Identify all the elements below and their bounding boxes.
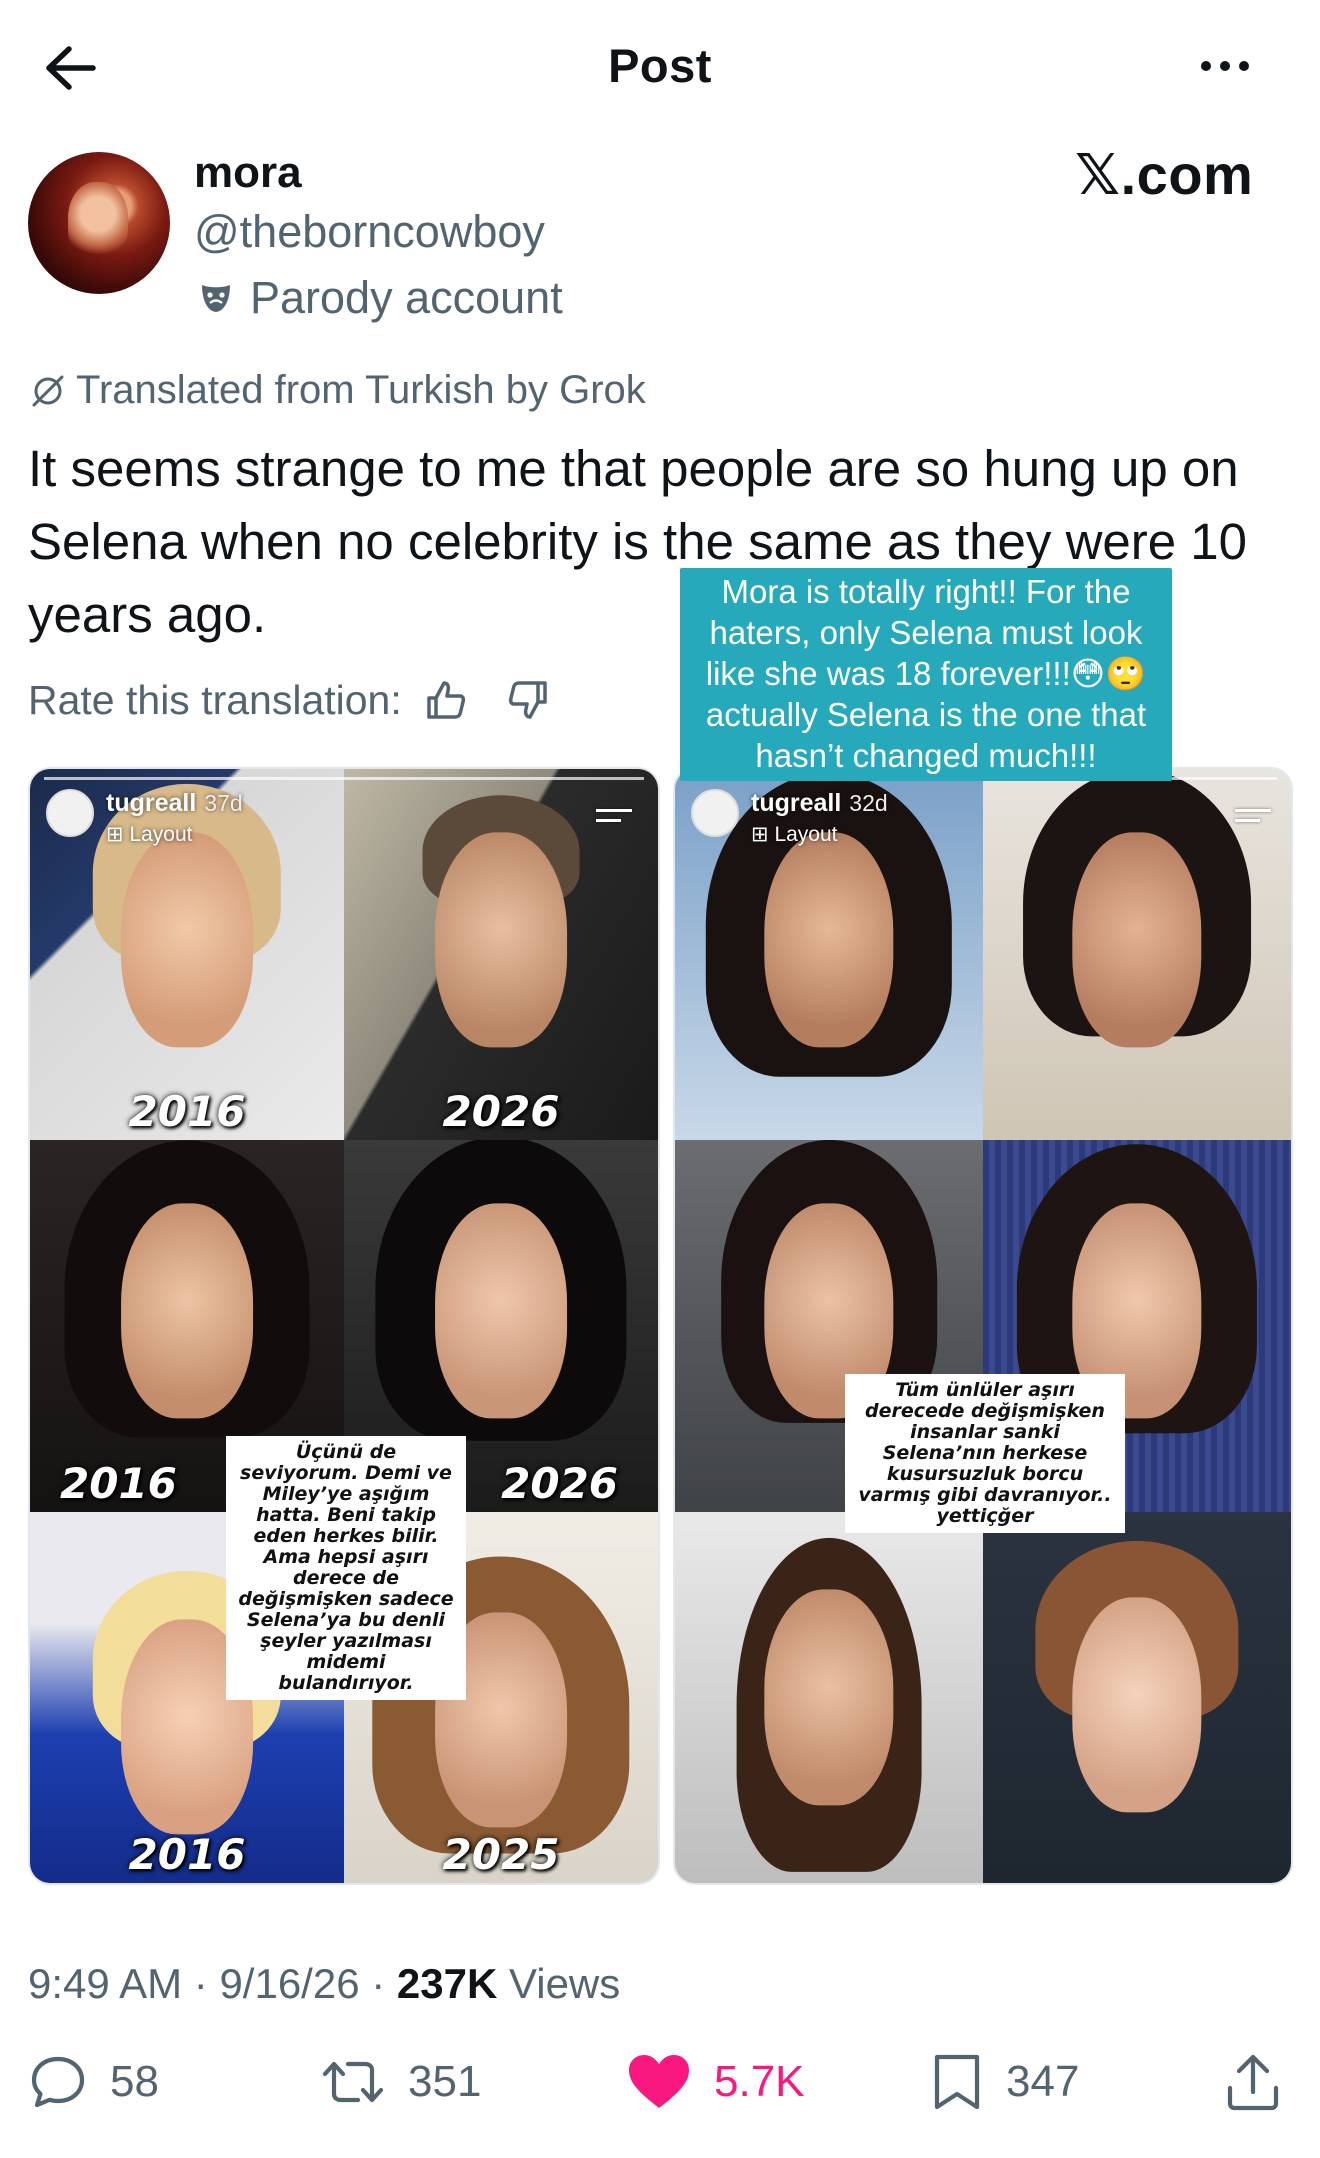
thumbs-up-icon[interactable] [416, 670, 476, 730]
bookmark-icon [930, 2052, 984, 2112]
x-com-watermark: 𝕏.com [1075, 143, 1254, 206]
reply-icon [28, 2052, 88, 2112]
story-age: 32d [849, 790, 888, 816]
overlay-note: Üçünü de seviyorum. Demi ve Miley’ye aşı… [226, 1436, 466, 1700]
story-header: tugreall 37d ⊞ Layout [46, 789, 243, 847]
theater-mask-icon [198, 280, 234, 316]
views-label: Views [508, 1960, 621, 2007]
like-count: 5.7K [714, 2057, 805, 2106]
share-icon [1224, 2052, 1282, 2112]
photo-cell [983, 1511, 1291, 1883]
story-avatar [46, 789, 94, 837]
story-menu-icon [1235, 809, 1271, 829]
story-layout-label: Layout [129, 823, 193, 846]
story-menu-icon [596, 809, 632, 829]
media-image-left[interactable]: 2016 2026 2016 2026 2016 2025 tugreall 3… [28, 767, 660, 1885]
year-label: 2016 [128, 1087, 246, 1137]
thumbs-down-icon[interactable] [498, 670, 558, 730]
story-username: tugreall [751, 789, 842, 817]
post-date: 9/16/26 [219, 1960, 360, 2007]
parody-badge: Parody account [198, 272, 563, 324]
caption-overlay: Mora is totally right!! For the haters, … [680, 568, 1172, 781]
like-button[interactable]: 5.7K [626, 2052, 805, 2112]
reply-button[interactable]: 58 [28, 2052, 159, 2112]
action-bar: 58 351 5.7K 347 [0, 2052, 1320, 2132]
reply-count: 58 [110, 2057, 159, 2106]
translate-icon [28, 371, 68, 411]
year-label: 2026 [442, 1087, 560, 1137]
media-image-right[interactable]: tugreall 32d ⊞ Layout Tüm ünlüler aşırı d… [673, 767, 1293, 1885]
rate-label: Rate this translation: [28, 676, 402, 723]
year-label: 2026 [501, 1458, 618, 1508]
parody-label: Parody account [250, 272, 563, 323]
post-time: 9:49 AM [28, 1960, 183, 2007]
bookmark-count: 347 [1006, 2057, 1080, 2106]
year-label: 2016 [128, 1830, 246, 1879]
author-handle[interactable]: @theborncowboy [194, 206, 545, 258]
story-age: 37d [204, 790, 243, 816]
story-username: tugreall [106, 789, 197, 817]
views-count: 237K [396, 1960, 498, 2007]
translation-notice: Translated from Turkish by Grok [28, 368, 646, 413]
story-avatar [691, 789, 739, 837]
story-header: tugreall 32d ⊞ Layout [691, 789, 888, 847]
repost-button[interactable]: 351 [320, 2052, 481, 2112]
translation-label: Translated from Turkish by Grok [76, 368, 646, 412]
bookmark-button[interactable]: 347 [930, 2052, 1079, 2112]
share-button[interactable] [1224, 2052, 1282, 2112]
rate-translation: Rate this translation: [28, 670, 558, 730]
more-options-icon[interactable] [1190, 46, 1260, 86]
photo-cell [675, 1511, 983, 1883]
story-progress-bar [44, 777, 644, 780]
avatar[interactable] [28, 152, 170, 294]
repost-icon [320, 2052, 386, 2112]
author-display-name[interactable]: mora [194, 148, 302, 198]
heart-icon [626, 2052, 692, 2112]
repost-count: 351 [408, 2057, 482, 2106]
year-label: 2025 [442, 1830, 560, 1879]
post-meta: 9:49 AM · 9/16/26 · 237K Views [28, 1960, 621, 2007]
page-title: Post [608, 39, 712, 92]
story-layout-label: Layout [774, 823, 838, 846]
overlay-note: Tüm ünlüler aşırı derecede değişmişken i… [845, 1374, 1125, 1533]
